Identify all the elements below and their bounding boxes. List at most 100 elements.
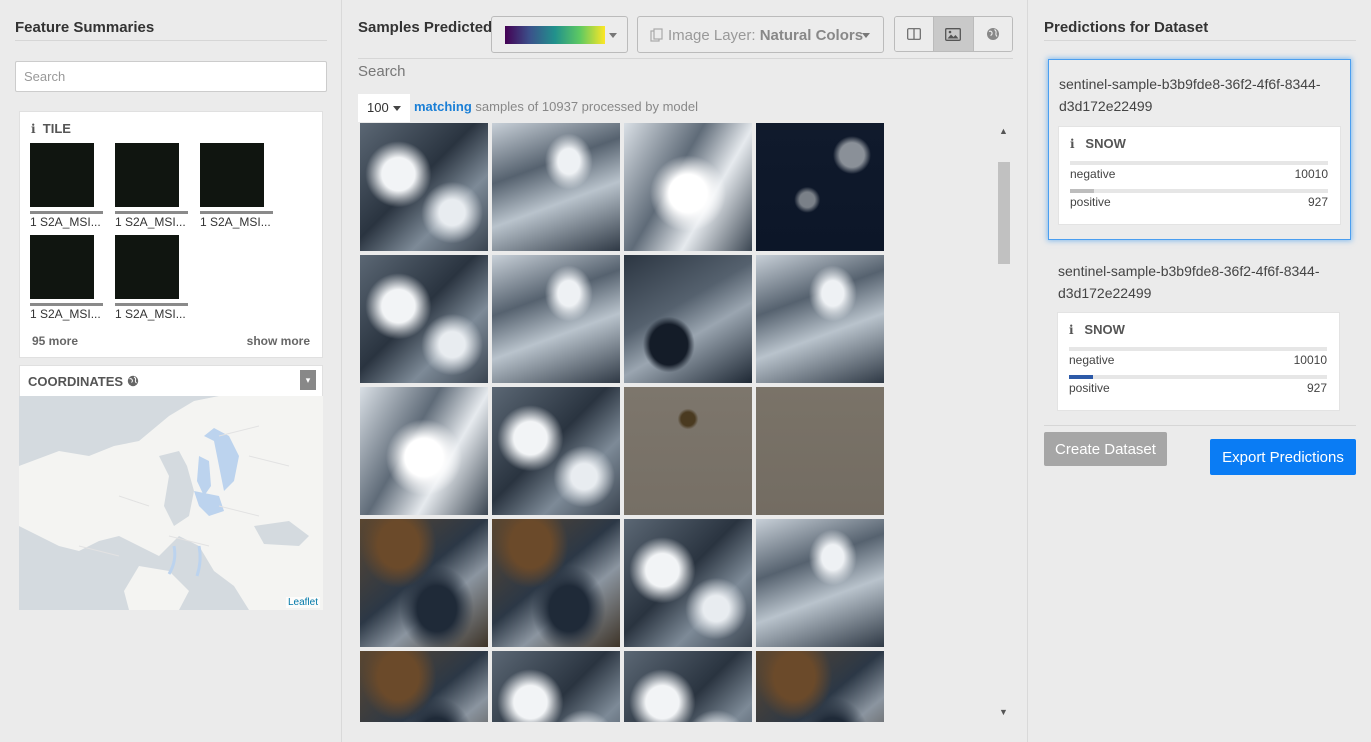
tile-thumbnail[interactable] bbox=[200, 143, 264, 207]
sample-tile[interactable] bbox=[756, 519, 884, 647]
feature-summaries-panel: Feature Summaries i TILE 1 S2A_MSI... 1 … bbox=[0, 0, 342, 742]
feature-search-input[interactable] bbox=[15, 61, 327, 92]
samples-panel: Samples Predicted Image Layer: Natural C… bbox=[343, 0, 1028, 742]
tile-thumb[interactable]: 1 S2A_MSI... bbox=[115, 143, 191, 229]
tile-label: 1 S2A_MSI... bbox=[30, 215, 101, 229]
sample-tile[interactable] bbox=[756, 387, 884, 515]
tile-heading: TILE bbox=[42, 121, 71, 136]
viridis-colorbar bbox=[505, 26, 605, 44]
prediction-summary: i SNOW negative 10010 positive 927 bbox=[1058, 126, 1341, 225]
positive-bar bbox=[1070, 189, 1328, 193]
copy-icon bbox=[650, 28, 663, 42]
collapse-button[interactable]: ▾ bbox=[300, 370, 316, 390]
tile-thumbnail[interactable] bbox=[115, 235, 179, 299]
tile-label: 1 S2A_MSI... bbox=[115, 307, 186, 321]
sample-image-grid bbox=[360, 123, 888, 722]
create-dataset-button[interactable]: Create Dataset bbox=[1044, 432, 1167, 466]
negative-bar bbox=[1069, 347, 1327, 351]
negative-bar-fill bbox=[1070, 161, 1328, 165]
more-count: 95 more bbox=[32, 334, 79, 348]
globe-view-button[interactable] bbox=[972, 17, 1012, 51]
matching-filter-link[interactable]: matching bbox=[414, 99, 472, 114]
sample-tile[interactable] bbox=[624, 255, 752, 383]
scroll-down-arrow[interactable]: ▼ bbox=[999, 707, 1008, 717]
coordinates-header: COORDINATES bbox=[19, 365, 323, 396]
tile-thumbnail[interactable] bbox=[30, 235, 94, 299]
negative-bar-fill bbox=[1069, 347, 1327, 351]
feature-summaries-title: Feature Summaries bbox=[15, 19, 155, 36]
divider bbox=[15, 40, 327, 41]
caret-down-icon bbox=[862, 33, 870, 38]
view-mode-buttons bbox=[894, 16, 1013, 52]
sample-tile[interactable] bbox=[492, 123, 620, 251]
coordinates-heading: COORDINATES bbox=[28, 374, 139, 389]
tile-label: 1 S2A_MSI... bbox=[115, 215, 186, 229]
label-name: SNOW bbox=[1084, 322, 1125, 337]
sample-tile[interactable] bbox=[756, 255, 884, 383]
tile-thumb[interactable]: 1 S2A_MSI... bbox=[115, 235, 191, 321]
samples-predicted-title: Samples Predicted bbox=[358, 19, 493, 36]
colormap-dropdown[interactable] bbox=[491, 16, 628, 53]
sample-tile[interactable] bbox=[492, 387, 620, 515]
sample-tile[interactable] bbox=[360, 519, 488, 647]
matching-summary: matching samples of 10937 processed by m… bbox=[414, 99, 698, 114]
export-predictions-button[interactable]: Export Predictions bbox=[1210, 439, 1356, 475]
image-view-button[interactable] bbox=[933, 17, 973, 51]
sample-tile[interactable] bbox=[756, 123, 884, 251]
sample-tile[interactable] bbox=[756, 651, 884, 722]
predictions-panel: Predictions for Dataset sentinel-sample-… bbox=[1029, 0, 1371, 742]
scroll-up-arrow[interactable]: ▲ bbox=[999, 126, 1008, 136]
prediction-card[interactable]: sentinel-sample-b3b9fde8-36f2-4f6f-8344-… bbox=[1048, 59, 1351, 240]
prediction-card[interactable]: sentinel-sample-b3b9fde8-36f2-4f6f-8344-… bbox=[1048, 247, 1351, 417]
show-more-link[interactable]: show more bbox=[247, 334, 310, 348]
tile-thumbnail[interactable] bbox=[115, 143, 179, 207]
info-icon[interactable]: i bbox=[1069, 323, 1074, 337]
sample-tile[interactable] bbox=[360, 123, 488, 251]
caret-down-icon bbox=[609, 33, 617, 38]
info-icon[interactable]: i bbox=[1070, 137, 1075, 151]
negative-count: 10010 bbox=[1293, 353, 1327, 367]
label-header: i SNOW bbox=[1070, 136, 1126, 151]
tile-card-header: i TILE bbox=[31, 121, 71, 136]
sample-tile[interactable] bbox=[492, 519, 620, 647]
divider bbox=[1044, 425, 1356, 426]
tile-thumb[interactable]: 1 S2A_MSI... bbox=[200, 143, 276, 229]
sample-tile[interactable] bbox=[624, 519, 752, 647]
leaflet-attribution-link[interactable]: Leaflet bbox=[285, 597, 320, 608]
positive-label: positive bbox=[1069, 381, 1110, 395]
page-size-value: 100 bbox=[367, 100, 389, 115]
divider bbox=[358, 58, 1013, 59]
tile-count-bar bbox=[115, 303, 188, 306]
sample-tile[interactable] bbox=[624, 651, 752, 722]
grid-scroll-thumb[interactable] bbox=[998, 162, 1010, 264]
page-size-dropdown[interactable]: 100 bbox=[358, 94, 410, 122]
tile-thumbnail[interactable] bbox=[30, 143, 94, 207]
sample-tile[interactable] bbox=[492, 255, 620, 383]
globe-icon bbox=[127, 375, 138, 387]
sample-search-field[interactable]: Search bbox=[358, 63, 406, 80]
sample-tile[interactable] bbox=[360, 255, 488, 383]
positive-label: positive bbox=[1070, 195, 1111, 209]
sample-tile[interactable] bbox=[624, 387, 752, 515]
info-icon[interactable]: i bbox=[31, 122, 36, 136]
image-layer-dropdown[interactable]: Image Layer: Natural Colors bbox=[637, 16, 884, 53]
tile-thumb[interactable]: 1 S2A_MSI... bbox=[30, 235, 106, 321]
tile-count-bar bbox=[30, 211, 103, 214]
label-header: i SNOW bbox=[1069, 322, 1125, 337]
tile-label: 1 S2A_MSI... bbox=[30, 307, 101, 321]
matching-count-text: samples of 10937 processed by model bbox=[475, 99, 698, 114]
negative-label: negative bbox=[1070, 167, 1116, 181]
sample-tile[interactable] bbox=[492, 651, 620, 722]
sample-tile[interactable] bbox=[360, 651, 488, 722]
caret-down-icon bbox=[393, 106, 401, 111]
tile-thumb[interactable]: 1 S2A_MSI... bbox=[30, 143, 106, 229]
sample-tile[interactable] bbox=[360, 387, 488, 515]
image-layer-label: Image Layer: Natural Colors bbox=[668, 27, 864, 44]
split-view-button[interactable] bbox=[895, 17, 934, 51]
coordinates-map[interactable]: Leaflet bbox=[19, 396, 323, 610]
positive-bar-fill bbox=[1069, 375, 1093, 379]
sample-tile[interactable] bbox=[624, 123, 752, 251]
negative-count: 10010 bbox=[1294, 167, 1328, 181]
europe-map[interactable] bbox=[19, 396, 323, 610]
image-view-icon bbox=[945, 27, 962, 41]
